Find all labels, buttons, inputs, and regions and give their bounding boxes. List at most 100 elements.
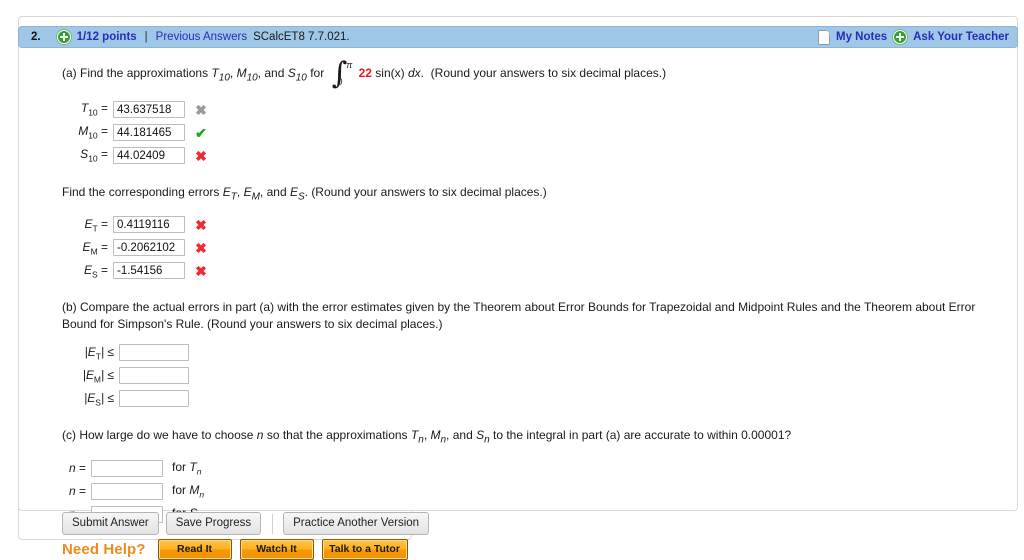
answer-label-n-T: n =: [68, 461, 86, 476]
part-c-sub-Tn: n: [418, 434, 424, 446]
answer-input-ET[interactable]: [113, 216, 185, 234]
answer-mark-EM-incorrect-icon: ✖: [195, 239, 207, 256]
part-c-text-before: (c) How large do we have to choose: [62, 428, 254, 443]
answer-for-label-T: for Tn: [172, 460, 201, 476]
part-c-var-n: n: [256, 428, 264, 443]
part-a-text-before: (a) Find the approximations: [62, 66, 209, 81]
footer-divider: [272, 513, 274, 534]
answer-input-n-M[interactable]: [91, 482, 163, 500]
part-a-answer-list: T10 = ✖ M10 = ✔ S10 = ✖: [62, 99, 1002, 166]
question-header-bar: 2. 1/12 points | Previous Answers SCalcE…: [18, 26, 1018, 48]
answer-label-abs-EM: |EM| ≤: [82, 367, 114, 385]
answer-mark-ES-incorrect-icon: ✖: [195, 262, 207, 279]
notes-page-icon[interactable]: [818, 29, 830, 45]
answer-mark-S10-incorrect-icon: ✖: [195, 147, 207, 164]
label-sym: E: [87, 344, 96, 359]
answer-for-label-M: for Mn: [172, 483, 204, 499]
label-sub: M: [90, 246, 98, 257]
part-a-sym-T: T: [211, 66, 219, 81]
read-it-button[interactable]: Read It: [157, 538, 232, 560]
label-sym: E: [85, 367, 94, 382]
answer-input-abs-ES[interactable]: [119, 390, 189, 408]
part-b-answer-list: |ET| ≤ |EM| ≤ |ES| ≤: [62, 342, 1002, 409]
textbook-reference: SCalcET8 7.7.021.: [253, 31, 350, 43]
integral-coefficient: 22: [358, 66, 372, 81]
label-sym: S: [80, 147, 89, 162]
need-help-row: Need Help? Read It Watch It Talk to a Tu…: [62, 538, 1002, 560]
errors-sub-ET: T: [230, 191, 237, 203]
label-sym: n: [68, 484, 76, 499]
answer-label-T10: T10 =: [80, 101, 108, 118]
footer-button-row: Submit Answer Save Progress Practice Ano…: [62, 512, 436, 535]
part-a-text-after: (Round your answers to six decimal place…: [430, 66, 667, 81]
part-c-sym-Sn: S: [476, 428, 485, 443]
question-content: (a) Find the approximations T10, M10, an…: [62, 58, 1002, 560]
answer-input-S10[interactable]: [113, 147, 185, 164]
answer-label-n-M: n =: [68, 484, 86, 499]
label-sym: n: [68, 461, 76, 476]
answer-row-EM: EM = ✖: [62, 237, 1002, 258]
answer-label-M10: M10 =: [78, 124, 108, 141]
answer-row-n-T: n = for Tn: [62, 458, 1002, 479]
label-sym: E: [83, 262, 92, 277]
relation-symbol: ≤: [107, 390, 114, 405]
header-separator: |: [144, 31, 148, 43]
answer-input-T10[interactable]: [113, 101, 185, 118]
errors-sub-EM: M: [251, 191, 260, 203]
save-progress-button[interactable]: Save Progress: [165, 512, 262, 535]
answer-input-abs-EM[interactable]: [119, 367, 189, 385]
talk-to-a-tutor-button[interactable]: Talk to a Tutor: [321, 538, 408, 560]
answer-row-ET: ET = ✖: [62, 214, 1002, 235]
errors-sym-ET: E: [222, 185, 231, 199]
answer-input-ES[interactable]: [113, 262, 185, 280]
previous-answers-link[interactable]: Previous Answers: [156, 31, 247, 43]
ask-your-teacher-link[interactable]: Ask Your Teacher: [913, 31, 1009, 43]
label-sub: 10: [88, 153, 98, 164]
need-help-label: Need Help?: [62, 540, 146, 558]
answer-input-n-T[interactable]: [91, 459, 163, 477]
label-sub: 10: [88, 130, 98, 141]
errors-sub-ES: S: [297, 191, 305, 203]
plus-circle-icon-teacher[interactable]: [893, 30, 908, 44]
part-a-prompt: (a) Find the approximations T10, M10, an…: [62, 56, 667, 91]
label-sym: E: [82, 239, 91, 254]
part-a-sym-S: S: [287, 66, 296, 81]
answer-input-abs-ET[interactable]: [119, 344, 189, 362]
integral-sign: ∫: [331, 56, 348, 91]
answer-input-M10[interactable]: [113, 124, 185, 141]
errors-sym-ES: E: [289, 185, 298, 199]
answer-row-ES: ES = ✖: [62, 260, 1002, 281]
answer-row-n-M: n = for Mn: [62, 481, 1002, 502]
errors-prompt: Find the corresponding errors ET, EM, an…: [62, 185, 547, 203]
integral-expression: ∫ π 0: [332, 57, 353, 89]
part-b-prompt: (b) Compare the actual errors in part (a…: [62, 300, 976, 332]
part-a-text-for: for: [310, 66, 325, 81]
label-sub: M: [93, 374, 101, 385]
answer-row-S10: S10 = ✖: [62, 145, 1002, 166]
part-c-sym-Mn: M: [430, 428, 441, 443]
answer-mark-ET-incorrect-icon: ✖: [195, 216, 207, 233]
relation-symbol: ≤: [107, 344, 114, 359]
part-c-sub-Sn: n: [484, 434, 490, 446]
errors-text-after: (Round your answers to six decimal place…: [311, 185, 547, 199]
relation-symbol: ≤: [107, 367, 114, 382]
answer-row-M10: M10 = ✔: [62, 122, 1002, 143]
answer-label-S10: S10 =: [80, 147, 108, 164]
question-number: 2.: [31, 31, 41, 43]
submit-answer-button[interactable]: Submit Answer: [62, 512, 159, 535]
part-a-sub-T: 10: [218, 72, 230, 84]
plus-circle-icon[interactable]: [56, 30, 71, 44]
answer-label-abs-ET: |ET| ≤: [84, 344, 114, 362]
practice-another-version-button[interactable]: Practice Another Version: [283, 512, 430, 535]
my-notes-link[interactable]: My Notes: [836, 31, 887, 43]
points-label: 1/12 points: [76, 31, 137, 43]
answer-input-EM[interactable]: [113, 239, 185, 257]
part-a-sym-M: M: [236, 66, 247, 81]
for-sub: n: [199, 489, 205, 500]
part-c-text-mid: so that the approximations: [266, 428, 408, 443]
watch-it-button[interactable]: Watch It: [239, 538, 314, 560]
for-sub: n: [196, 466, 202, 477]
part-c-sub-Mn: n: [440, 434, 447, 446]
part-a-sub-M: 10: [246, 72, 258, 84]
label-sym: M: [78, 124, 89, 139]
